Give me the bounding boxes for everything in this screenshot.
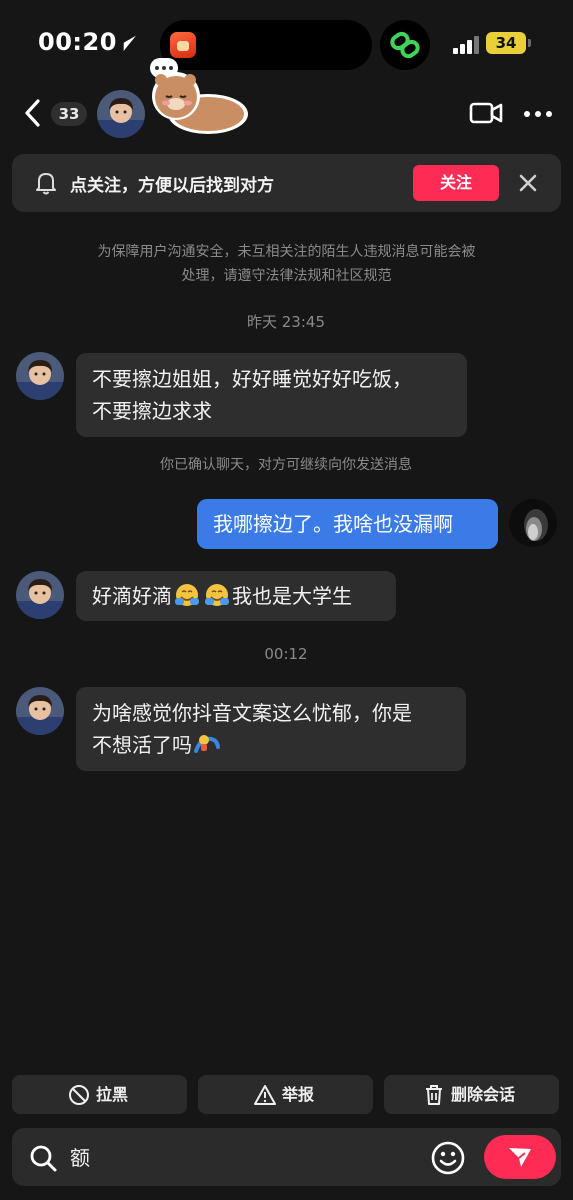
cellular-signal-icon [453, 36, 479, 54]
timestamp-first: 昨天 23:45 [247, 313, 325, 331]
safety-notice: 为保障用户沟通安全，未互相关注的陌生人违规消息可能会被 处理，请遵守法律法规和社… [40, 240, 533, 288]
message-line: 不要擦边求求 [92, 399, 212, 423]
warning-icon [254, 1085, 276, 1105]
message-line: 不想活了吗 [92, 733, 192, 757]
safety-notice-line1: 为保障用户沟通安全，未互相关注的陌生人违规消息可能会被 [97, 244, 476, 260]
message-input[interactable] [70, 1144, 410, 1168]
contact-avatar[interactable] [97, 90, 145, 138]
back-chevron-icon[interactable] [20, 98, 46, 128]
battery-indicator: 34 [486, 32, 526, 54]
location-arrow-icon [113, 35, 137, 51]
video-call-icon[interactable] [469, 99, 503, 127]
search-icon[interactable] [28, 1143, 58, 1173]
battery-tip [528, 39, 531, 47]
unread-count-badge[interactable]: 33 [51, 102, 87, 126]
report-label: 举报 [282, 1085, 315, 1104]
message-line: 为啥感觉你抖音文案这么忧郁，你是 [92, 701, 412, 725]
emoji-icon[interactable] [430, 1140, 466, 1176]
message-text: 好滴好滴 [92, 584, 172, 608]
follow-button[interactable]: 关注 [413, 165, 499, 201]
incoming-message[interactable]: 不要擦边姐姐，好好睡觉好好吃饭， 不要擦边求求 [76, 353, 467, 437]
timestamp-second: 00:12 [264, 645, 308, 663]
link-activity-icon [380, 20, 430, 70]
send-icon [509, 1148, 531, 1167]
message-line: 不要擦边姐姐，好好睡觉好好吃饭， [92, 367, 412, 391]
wave-emoji-icon [194, 735, 220, 753]
message-text: 我也是大学生 [232, 584, 352, 608]
more-options-icon[interactable] [523, 110, 553, 118]
contact-avatar[interactable] [16, 687, 64, 735]
trash-icon [426, 1085, 442, 1105]
incoming-message[interactable]: 好滴好滴 我也是大学生 [76, 571, 396, 621]
send-button[interactable] [484, 1135, 556, 1179]
my-avatar[interactable] [509, 499, 557, 547]
chat-screen: 00:20 34 33 点关注，方便以后找到对方 关注 为保障用户沟通安全，未互… [0, 0, 573, 1200]
follow-prompt-text: 点关注，方便以后找到对方 [70, 176, 274, 196]
block-label: 拉黑 [96, 1085, 129, 1104]
bell-icon [36, 173, 56, 195]
message-input-bar [12, 1128, 561, 1186]
block-button[interactable]: 拉黑 [12, 1075, 187, 1114]
contact-avatar[interactable] [16, 352, 64, 400]
hug-emoji-icon [205, 584, 229, 606]
hug-emoji-icon [175, 584, 199, 606]
delete-conversation-button[interactable]: 删除会话 [384, 1075, 559, 1114]
chat-confirmed-notice: 你已确认聊天，对方可继续向你发送消息 [160, 457, 412, 473]
app-activity-icon [170, 32, 196, 58]
block-icon [69, 1085, 89, 1105]
contact-avatar[interactable] [16, 571, 64, 619]
follow-banner: 点关注，方便以后找到对方 关注 [12, 154, 561, 212]
safety-notice-line2: 处理，请遵守法律法规和社区规范 [181, 268, 392, 284]
status-time: 00:20 [38, 28, 117, 56]
bear-sticker-icon [150, 58, 248, 134]
delete-label: 删除会话 [451, 1085, 516, 1104]
incoming-message[interactable]: 为啥感觉你抖音文案这么忧郁，你是 不想活了吗 [76, 687, 466, 771]
close-icon[interactable] [517, 172, 539, 194]
status-bar: 00:20 34 [0, 0, 573, 90]
outgoing-message[interactable]: 我哪擦边了。我啥也没漏啊 [197, 499, 498, 549]
report-button[interactable]: 举报 [198, 1075, 373, 1114]
chat-header: 33 [0, 58, 573, 150]
